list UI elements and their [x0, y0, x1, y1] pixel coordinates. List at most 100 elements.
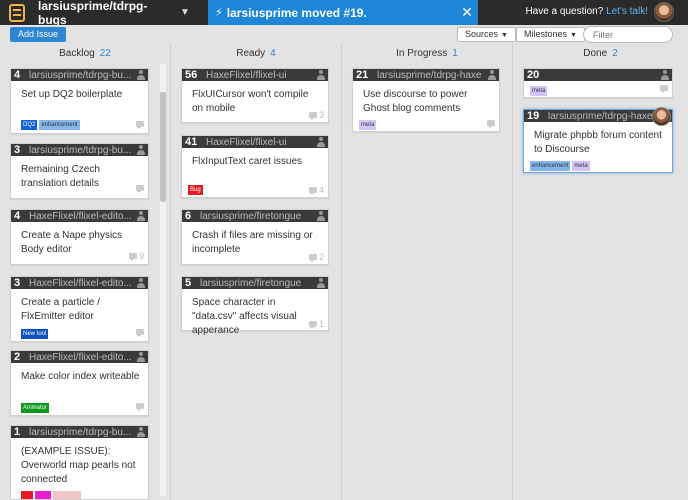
- issue-number: 21: [356, 69, 369, 81]
- issue-repo[interactable]: larsiusprime/tdrpg-bu...: [29, 427, 131, 438]
- comment-count: 3: [308, 110, 324, 120]
- avatar[interactable]: [654, 2, 674, 22]
- label-meta[interactable]: meta: [359, 120, 377, 130]
- label-pink[interactable]: [53, 491, 81, 499]
- issue-repo[interactable]: larsiusprime/firetongue: [200, 211, 301, 222]
- issue-repo[interactable]: HaxeFlixel/flixel-edito...: [29, 211, 132, 222]
- issue-title[interactable]: Crash if files are missing or incomplete: [182, 222, 328, 257]
- label-new-tool[interactable]: New tool: [21, 329, 49, 339]
- card-header: 4 larsiusprime/tdrpg-bu...: [11, 69, 148, 81]
- label-red[interactable]: [21, 491, 33, 499]
- board-logo-icon[interactable]: [9, 3, 25, 22]
- issue-number: 4: [14, 210, 21, 222]
- toolbar: Add Issue Sources ▼ Milestones ▼: [0, 25, 688, 44]
- issue-title[interactable]: Use discourse to power Ghost blog commen…: [353, 81, 499, 116]
- issue-card[interactable]: 41 HaxeFlixel/flixel-ui FlxInputText care…: [181, 135, 329, 198]
- issue-card-selected[interactable]: 19 larsiusprime/tdrpg-haxe Migrate phpbb …: [523, 107, 673, 173]
- label-list: enhancement meta: [530, 161, 590, 171]
- issue-card[interactable]: 21 larsiusprime/tdrpg-haxe Use discourse …: [352, 68, 500, 132]
- issue-title[interactable]: FlxInputText caret issues: [182, 148, 328, 169]
- person-icon: [317, 211, 325, 221]
- issue-card[interactable]: 4 larsiusprime/tdrpg-bu... Set up DQ2 boi…: [10, 68, 149, 134]
- label-animator[interactable]: Animator: [21, 403, 50, 413]
- add-issue-button[interactable]: Add Issue: [10, 27, 67, 42]
- issue-repo[interactable]: larsiusprime/tdrpg-haxe: [548, 111, 653, 122]
- issue-number: 2: [14, 351, 21, 363]
- label-list: meta: [530, 86, 548, 96]
- close-icon[interactable]: ✕: [456, 0, 478, 25]
- issue-card[interactable]: 2 HaxeFlixel/flixel-edito... Make color i…: [10, 350, 149, 416]
- issue-card[interactable]: 5 larsiusprime/firetongue Space character…: [181, 276, 329, 336]
- label-list: New tool: [21, 329, 49, 339]
- label-bug[interactable]: Bug: [188, 185, 203, 195]
- label-list: Animator: [21, 403, 50, 413]
- issue-title[interactable]: Set up DQ2 boilerplate: [11, 81, 148, 102]
- issue-card[interactable]: 3 larsiusprime/tdrpg-bu... Remaining Czec…: [10, 143, 149, 199]
- sources-button[interactable]: Sources ▼: [457, 27, 516, 42]
- comment-count: [487, 120, 495, 128]
- issue-card[interactable]: 6 larsiusprime/firetongue Crash if files …: [181, 209, 329, 265]
- avatar[interactable]: [652, 107, 671, 126]
- card-header: 21 larsiusprime/tdrpg-haxe: [353, 69, 499, 81]
- issue-number: 20: [527, 69, 540, 81]
- scroll-thumb[interactable]: [160, 92, 166, 202]
- backlog-scrollbar[interactable]: [160, 64, 166, 496]
- issue-repo[interactable]: larsiusprime/tdrpg-haxe: [377, 70, 482, 81]
- label-dq2[interactable]: DQ2: [21, 120, 38, 130]
- issue-repo[interactable]: HaxeFlixel/flixel-edito...: [29, 278, 132, 289]
- issue-card[interactable]: 1 larsiusprime/tdrpg-bu... (EXAMPLE ISSUE…: [10, 425, 149, 500]
- comment-icon: [308, 254, 317, 262]
- issue-title[interactable]: Make color index writeable: [11, 363, 148, 384]
- comment-icon: [136, 403, 144, 411]
- comment-icon: [128, 253, 137, 261]
- label-meta[interactable]: meta: [530, 86, 548, 96]
- person-icon: [137, 70, 145, 80]
- label-list: [21, 491, 81, 499]
- card-header: 3 larsiusprime/tdrpg-bu...: [11, 144, 148, 156]
- card-header: 20: [524, 69, 672, 81]
- issue-number: 19: [527, 110, 540, 122]
- issue-title[interactable]: Space character in "data.csv" affects vi…: [182, 289, 328, 338]
- person-icon: [137, 145, 145, 155]
- sources-label: Sources: [465, 29, 499, 39]
- label-enhancement[interactable]: enhancement: [39, 120, 80, 130]
- lets-talk-link[interactable]: Let's talk!: [606, 6, 648, 17]
- issue-number: 3: [14, 144, 21, 156]
- issue-repo[interactable]: HaxeFlixel/flixel-ui: [206, 137, 287, 148]
- label-meta[interactable]: meta: [572, 161, 590, 171]
- caret-down-icon[interactable]: ▼: [180, 7, 194, 18]
- issue-title[interactable]: Migrate phpbb forum content to Discourse: [524, 122, 672, 157]
- issue-title[interactable]: FlxUICursor won't compile on mobile: [182, 81, 328, 116]
- comment-icon: [308, 187, 317, 195]
- comment-icon: [136, 185, 144, 193]
- issue-card[interactable]: 20 meta: [523, 68, 673, 98]
- card-header: 19 larsiusprime/tdrpg-haxe: [524, 107, 672, 126]
- issue-title[interactable]: Create a Nape physics Body editor: [11, 222, 148, 257]
- comment-number: 3: [318, 110, 324, 120]
- issue-repo[interactable]: HaxeFlixel/flixel-ui: [206, 70, 287, 81]
- comment-count: 1: [308, 319, 324, 329]
- issue-card[interactable]: 4 HaxeFlixel/flixel-edito... Create a Nap…: [10, 209, 149, 265]
- label-magenta[interactable]: [35, 491, 51, 499]
- repo-title[interactable]: larsiusprime/tdrpg-bugs: [38, 0, 176, 27]
- issue-repo[interactable]: larsiusprime/firetongue: [200, 278, 301, 289]
- issue-title[interactable]: Remaining Czech translation details: [11, 156, 148, 191]
- issue-card[interactable]: 3 HaxeFlixel/flixel-edito... Create a par…: [10, 276, 149, 342]
- comment-icon: [308, 321, 317, 329]
- filter-input[interactable]: [583, 26, 673, 43]
- comment-count: 9: [128, 251, 144, 261]
- column-count: 2: [612, 48, 618, 59]
- milestones-button[interactable]: Milestones ▼: [516, 27, 585, 42]
- issue-repo[interactable]: larsiusprime/tdrpg-bu...: [29, 145, 131, 156]
- issue-title[interactable]: Create a particle / FlxEmitter editor: [11, 289, 148, 324]
- issue-repo[interactable]: larsiusprime/tdrpg-bu...: [29, 70, 131, 81]
- card-header: 3 HaxeFlixel/flixel-edito...: [11, 277, 148, 289]
- label-enhancement[interactable]: enhancement: [530, 161, 571, 171]
- issue-card[interactable]: 56 HaxeFlixel/flixel-ui FlxUICursor won't…: [181, 68, 329, 123]
- issue-repo[interactable]: HaxeFlixel/flixel-edito...: [29, 352, 132, 363]
- issue-title[interactable]: (EXAMPLE ISSUE): Overworld map pearls no…: [11, 438, 148, 487]
- person-icon: [317, 278, 325, 288]
- label-list: meta: [359, 120, 377, 130]
- card-header: 5 larsiusprime/firetongue: [182, 277, 328, 289]
- label-list: DQ2 enhancement: [21, 120, 80, 130]
